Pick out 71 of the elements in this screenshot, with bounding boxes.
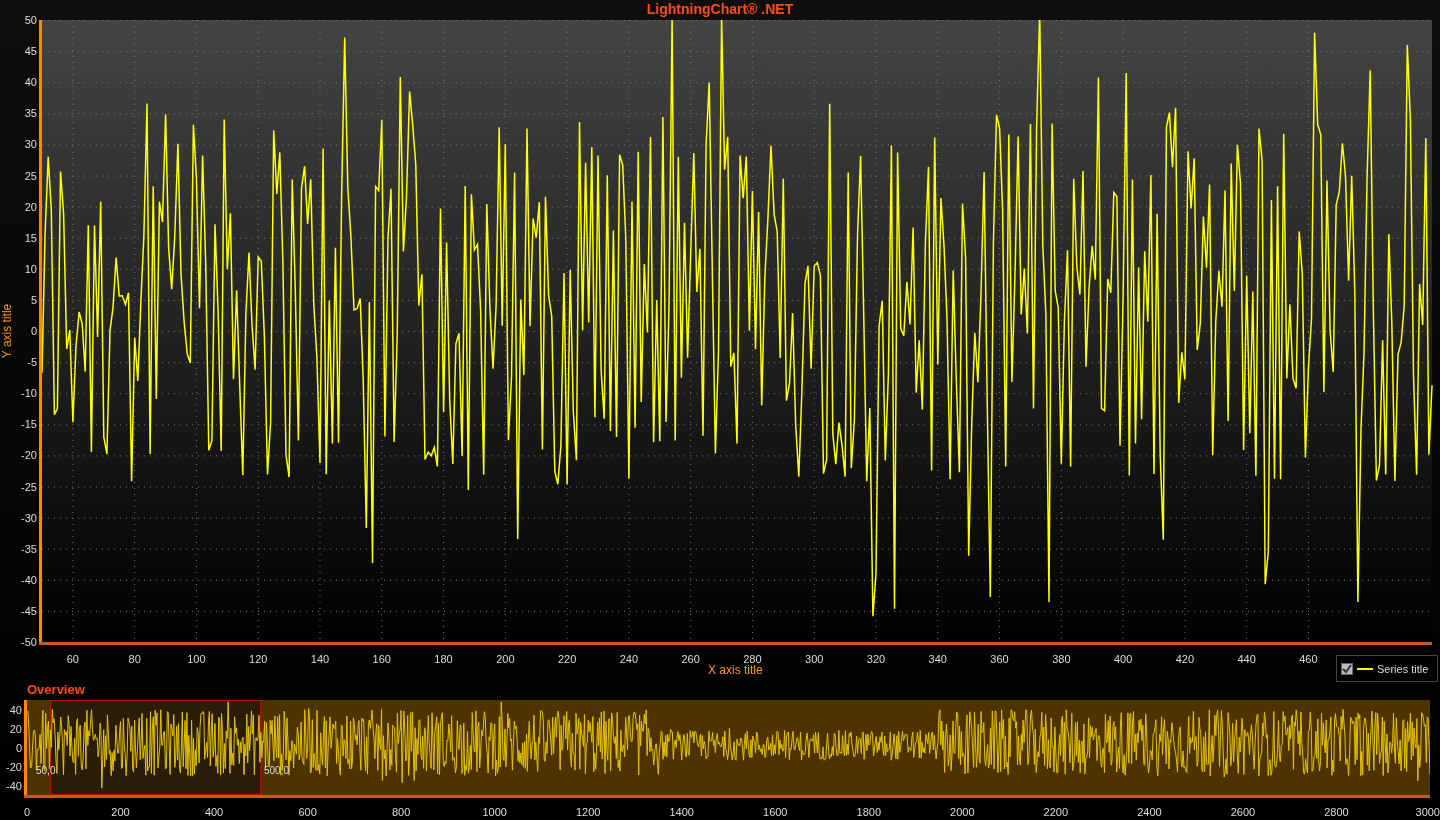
axis-tick-label: 2600 bbox=[1229, 805, 1257, 819]
axis-tick-label: -50 bbox=[20, 635, 37, 649]
axis-title: X axis title bbox=[708, 663, 763, 678]
range-label: 50,0 bbox=[36, 765, 56, 777]
axis-tick-label: 3000 bbox=[1414, 805, 1440, 819]
axis-tick-label: 320 bbox=[865, 652, 887, 666]
axis-tick-label: -30 bbox=[20, 510, 37, 525]
axis-tick-label: -20 bbox=[5, 759, 22, 774]
legend-checkbox[interactable] bbox=[1341, 662, 1353, 675]
axis-tick-label: 280 bbox=[742, 652, 763, 665]
axis-tick-label: 1800 bbox=[855, 805, 883, 819]
axis-tick-label: 2000 bbox=[949, 805, 976, 819]
axis-tick-label: 1600 bbox=[762, 805, 789, 819]
axis-tick-label: 2200 bbox=[1042, 805, 1070, 819]
axis-tick-label: 400 bbox=[203, 805, 225, 819]
axis-tick-label: 100 bbox=[186, 652, 207, 666]
axis-tick-label: 60 bbox=[65, 652, 80, 666]
axis-tick-label: 360 bbox=[989, 652, 1010, 666]
axis-tick-label: 0 bbox=[14, 740, 22, 755]
axis-tick-label: 200 bbox=[495, 652, 516, 666]
axis-tick-label: 0 bbox=[22, 805, 32, 819]
axis-tick-label: 460 bbox=[1298, 652, 1319, 666]
axis-tick-label: -15 bbox=[20, 417, 37, 432]
axis-tick-label: 260 bbox=[680, 652, 701, 666]
axis-tick-label: 1000 bbox=[481, 805, 508, 819]
axis-tick-label: 340 bbox=[927, 652, 948, 666]
axis-title: Y axis title bbox=[0, 302, 15, 361]
axis-tick-label: 140 bbox=[309, 652, 331, 666]
axis-tick-label: 50 bbox=[23, 13, 37, 27]
axis-tick-label: 25 bbox=[23, 168, 37, 183]
axis-tick-label: 240 bbox=[618, 652, 640, 666]
axis-tick-label: 5 bbox=[29, 292, 37, 307]
axis-tick-label: 45 bbox=[23, 44, 37, 59]
axis-tick-label: 40 bbox=[8, 702, 22, 717]
axis-tick-label: 380 bbox=[1051, 652, 1072, 666]
axis-tick-label: 220 bbox=[556, 652, 578, 666]
axis-tick-label: 40 bbox=[23, 75, 37, 90]
axis-tick-label: 180 bbox=[433, 652, 454, 666]
axis-tick-label: 2800 bbox=[1323, 805, 1350, 819]
axis-tick-label: -5 bbox=[26, 355, 37, 370]
axis-tick-label: 440 bbox=[1236, 652, 1257, 666]
axis-tick-label: -35 bbox=[20, 541, 37, 556]
axis-tick-label: -40 bbox=[5, 778, 22, 793]
axis-tick-label: -45 bbox=[20, 603, 37, 618]
axis-tick-label: 20 bbox=[8, 721, 22, 736]
axis-tick-label: 120 bbox=[248, 652, 269, 666]
axis-tick-label: -10 bbox=[20, 386, 37, 401]
axis-tick-label: 2400 bbox=[1136, 805, 1163, 819]
axis-tick-label: 800 bbox=[390, 805, 412, 819]
axis-tick-label: 160 bbox=[371, 652, 392, 666]
axis-tick-label: -25 bbox=[20, 479, 37, 494]
axis-tick-label: 30 bbox=[23, 137, 37, 152]
axis-tick-label: 300 bbox=[804, 652, 825, 666]
axis-tick-label: 10 bbox=[23, 261, 37, 276]
chart-title: LightningChart® .NET bbox=[646, 1, 794, 17]
axis-tick-label: 15 bbox=[23, 230, 37, 245]
axis-tick-label: 600 bbox=[297, 805, 318, 819]
axis-tick-label: 420 bbox=[1174, 652, 1196, 666]
axis-tick-label: 400 bbox=[1112, 652, 1134, 666]
legend-label: Series title bbox=[1377, 661, 1429, 676]
axis-tick-label: 1200 bbox=[574, 805, 602, 819]
axis-tick-label: 35 bbox=[23, 106, 37, 121]
axis-tick-label: 20 bbox=[23, 199, 37, 214]
series-line-icon bbox=[1357, 667, 1373, 670]
axis-tick-label: 0 bbox=[29, 324, 37, 338]
overview-title: Overview bbox=[27, 682, 85, 698]
axis-tick-label: -40 bbox=[20, 572, 37, 587]
axis-tick-label: 1400 bbox=[668, 805, 695, 819]
axis-tick-label: -20 bbox=[20, 448, 37, 463]
axis-tick-label: 80 bbox=[127, 652, 142, 666]
axis-tick-label: 200 bbox=[110, 805, 131, 819]
